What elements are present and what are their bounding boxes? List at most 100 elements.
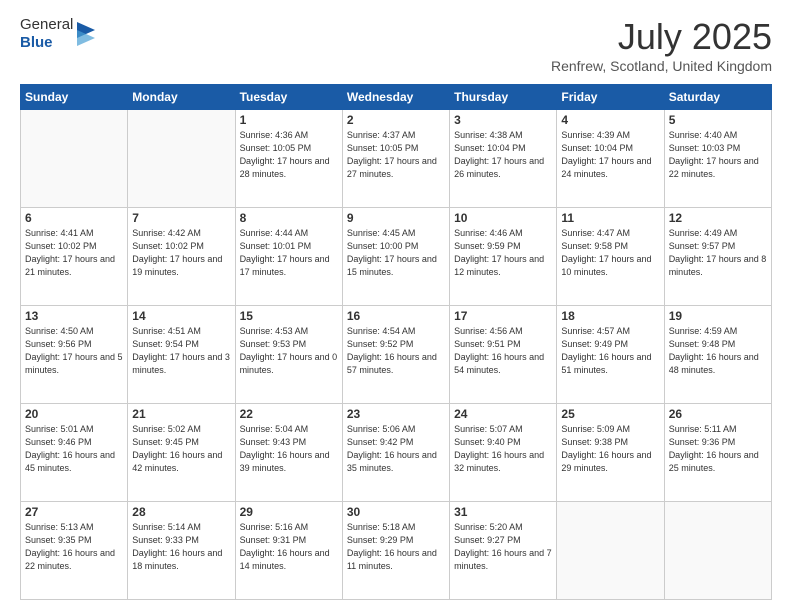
day-number: 1 — [240, 113, 338, 127]
column-header-wednesday: Wednesday — [342, 85, 449, 110]
column-header-saturday: Saturday — [664, 85, 771, 110]
calendar-cell: 25 Sunrise: 5:09 AMSunset: 9:38 PMDayligh… — [557, 404, 664, 502]
calendar-cell — [21, 110, 128, 208]
calendar-cell: 17 Sunrise: 4:56 AMSunset: 9:51 PMDayligh… — [450, 306, 557, 404]
day-number: 20 — [25, 407, 123, 421]
calendar-cell: 7 Sunrise: 4:42 AMSunset: 10:02 PMDayligh… — [128, 208, 235, 306]
day-number: 29 — [240, 505, 338, 519]
calendar-cell — [557, 502, 664, 600]
day-info: Sunrise: 4:54 AMSunset: 9:52 PMDaylight:… — [347, 325, 445, 377]
calendar-cell: 12Sunrise: 4:49 AMSunset: 9:57 PMDayligh… — [664, 208, 771, 306]
day-number: 25 — [561, 407, 659, 421]
day-info: Sunrise: 5:16 AMSunset: 9:31 PMDaylight:… — [240, 521, 338, 573]
day-info: Sunrise: 4:38 AMSunset: 10:04 PMDaylight… — [454, 129, 552, 181]
day-number: 5 — [669, 113, 767, 127]
calendar-cell: 31Sunrise: 5:20 AMSunset: 9:27 PMDayligh… — [450, 502, 557, 600]
calendar-cell: 8 Sunrise: 4:44 AMSunset: 10:01 PMDayligh… — [235, 208, 342, 306]
day-info: Sunrise: 4:39 AMSunset: 10:04 PMDaylight… — [561, 129, 659, 181]
logo: General Blue — [20, 16, 95, 52]
day-info: Sunrise: 4:42 AMSunset: 10:02 PMDaylight… — [132, 227, 230, 279]
column-header-monday: Monday — [128, 85, 235, 110]
day-number: 12 — [669, 211, 767, 225]
day-info: Sunrise: 5:06 AMSunset: 9:42 PMDaylight:… — [347, 423, 445, 475]
day-number: 13 — [25, 309, 123, 323]
day-info: Sunrise: 5:14 AMSunset: 9:33 PMDaylight:… — [132, 521, 230, 573]
calendar-cell — [128, 110, 235, 208]
calendar-cell: 29 Sunrise: 5:16 AMSunset: 9:31 PMDayligh… — [235, 502, 342, 600]
day-info: Sunrise: 5:13 AMSunset: 9:35 PMDaylight:… — [25, 521, 123, 573]
day-info: Sunrise: 5:09 AMSunset: 9:38 PMDaylight:… — [561, 423, 659, 475]
day-info: Sunrise: 5:18 AMSunset: 9:29 PMDaylight:… — [347, 521, 445, 573]
day-info: Sunrise: 4:36 AMSunset: 10:05 PMDaylight… — [240, 129, 338, 181]
calendar-cell: 21 Sunrise: 5:02 AMSunset: 9:45 PMDayligh… — [128, 404, 235, 502]
day-number: 4 — [561, 113, 659, 127]
day-number: 2 — [347, 113, 445, 127]
calendar-cell: 23 Sunrise: 5:06 AMSunset: 9:42 PMDayligh… — [342, 404, 449, 502]
calendar-cell: 19 Sunrise: 4:59 AMSunset: 9:48 PMDayligh… — [664, 306, 771, 404]
calendar-cell: 16 Sunrise: 4:54 AMSunset: 9:52 PMDayligh… — [342, 306, 449, 404]
title-block: July 2025 Renfrew, Scotland, United King… — [551, 16, 772, 74]
calendar-cell: 2 Sunrise: 4:37 AMSunset: 10:05 PMDayligh… — [342, 110, 449, 208]
day-info: Sunrise: 4:47 AMSunset: 9:58 PMDaylight:… — [561, 227, 659, 279]
day-number: 7 — [132, 211, 230, 225]
calendar-cell: 28 Sunrise: 5:14 AMSunset: 9:33 PMDayligh… — [128, 502, 235, 600]
calendar-cell — [664, 502, 771, 600]
day-number: 28 — [132, 505, 230, 519]
day-number: 11 — [561, 211, 659, 225]
day-number: 22 — [240, 407, 338, 421]
day-info: Sunrise: 4:56 AMSunset: 9:51 PMDaylight:… — [454, 325, 552, 377]
calendar-cell: 13 Sunrise: 4:50 AMSunset: 9:56 PMDayligh… — [21, 306, 128, 404]
calendar-cell: 18Sunrise: 4:57 AMSunset: 9:49 PMDayligh… — [557, 306, 664, 404]
calendar-table: SundayMondayTuesdayWednesdayThursdayFrid… — [20, 84, 772, 600]
day-number: 10 — [454, 211, 552, 225]
header: General Blue July 2025 Renfrew, Scotland… — [20, 16, 772, 74]
calendar-cell: 10 Sunrise: 4:46 AMSunset: 9:59 PMDayligh… — [450, 208, 557, 306]
day-info: Sunrise: 5:04 AMSunset: 9:43 PMDaylight:… — [240, 423, 338, 475]
day-info: Sunrise: 4:41 AMSunset: 10:02 PMDaylight… — [25, 227, 123, 279]
calendar-cell: 1 Sunrise: 4:36 AMSunset: 10:05 PMDayligh… — [235, 110, 342, 208]
day-number: 8 — [240, 211, 338, 225]
day-info: Sunrise: 4:59 AMSunset: 9:48 PMDaylight:… — [669, 325, 767, 377]
calendar-cell: 14 Sunrise: 4:51 AMSunset: 9:54 PMDayligh… — [128, 306, 235, 404]
day-info: Sunrise: 4:37 AMSunset: 10:05 PMDaylight… — [347, 129, 445, 181]
calendar-cell: 15 Sunrise: 4:53 AMSunset: 9:53 PMDayligh… — [235, 306, 342, 404]
calendar-week-4: 20 Sunrise: 5:01 AMSunset: 9:46 PMDayligh… — [21, 404, 772, 502]
day-info: Sunrise: 4:53 AMSunset: 9:53 PMDaylight:… — [240, 325, 338, 377]
day-info: Sunrise: 5:11 AMSunset: 9:36 PMDaylight:… — [669, 423, 767, 475]
column-header-friday: Friday — [557, 85, 664, 110]
day-info: Sunrise: 4:50 AMSunset: 9:56 PMDaylight:… — [25, 325, 123, 377]
day-number: 21 — [132, 407, 230, 421]
day-info: Sunrise: 5:02 AMSunset: 9:45 PMDaylight:… — [132, 423, 230, 475]
day-number: 30 — [347, 505, 445, 519]
day-number: 19 — [669, 309, 767, 323]
month-title: July 2025 — [551, 16, 772, 58]
day-number: 26 — [669, 407, 767, 421]
calendar-cell: 11 Sunrise: 4:47 AMSunset: 9:58 PMDayligh… — [557, 208, 664, 306]
column-header-thursday: Thursday — [450, 85, 557, 110]
day-number: 6 — [25, 211, 123, 225]
column-header-tuesday: Tuesday — [235, 85, 342, 110]
calendar-week-1: 1 Sunrise: 4:36 AMSunset: 10:05 PMDayligh… — [21, 110, 772, 208]
day-info: Sunrise: 5:01 AMSunset: 9:46 PMDaylight:… — [25, 423, 123, 475]
calendar-cell: 26 Sunrise: 5:11 AMSunset: 9:36 PMDayligh… — [664, 404, 771, 502]
day-number: 23 — [347, 407, 445, 421]
calendar-cell: 30 Sunrise: 5:18 AMSunset: 9:29 PMDayligh… — [342, 502, 449, 600]
day-number: 31 — [454, 505, 552, 519]
logo-icon — [77, 22, 95, 46]
calendar-cell: 3Sunrise: 4:38 AMSunset: 10:04 PMDayligh… — [450, 110, 557, 208]
day-info: Sunrise: 4:46 AMSunset: 9:59 PMDaylight:… — [454, 227, 552, 279]
day-info: Sunrise: 4:44 AMSunset: 10:01 PMDaylight… — [240, 227, 338, 279]
day-info: Sunrise: 4:45 AMSunset: 10:00 PMDaylight… — [347, 227, 445, 279]
calendar-week-3: 13 Sunrise: 4:50 AMSunset: 9:56 PMDayligh… — [21, 306, 772, 404]
calendar-page: General Blue July 2025 Renfrew, Scotland… — [0, 0, 792, 612]
day-number: 14 — [132, 309, 230, 323]
column-header-sunday: Sunday — [21, 85, 128, 110]
calendar-cell: 24Sunrise: 5:07 AMSunset: 9:40 PMDayligh… — [450, 404, 557, 502]
day-number: 16 — [347, 309, 445, 323]
day-number: 17 — [454, 309, 552, 323]
calendar-cell: 4 Sunrise: 4:39 AMSunset: 10:04 PMDayligh… — [557, 110, 664, 208]
day-number: 15 — [240, 309, 338, 323]
day-info: Sunrise: 4:51 AMSunset: 9:54 PMDaylight:… — [132, 325, 230, 377]
day-info: Sunrise: 4:40 AMSunset: 10:03 PMDaylight… — [669, 129, 767, 181]
calendar-week-5: 27Sunrise: 5:13 AMSunset: 9:35 PMDayligh… — [21, 502, 772, 600]
